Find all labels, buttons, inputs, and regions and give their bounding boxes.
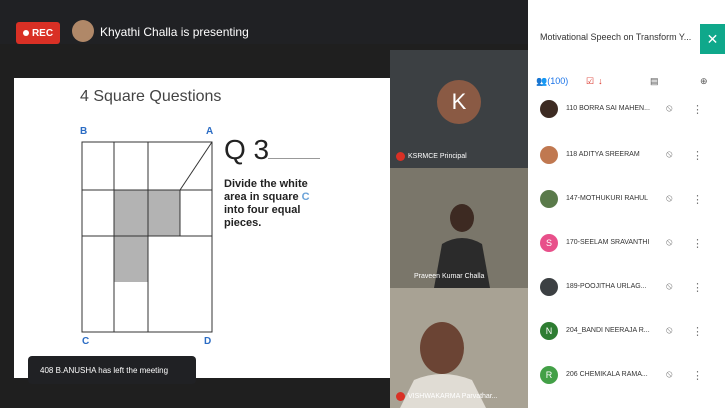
activities-icon: ⊕ [700, 76, 708, 86]
people-icon: 👥 [536, 76, 548, 86]
participant-tile-praveen[interactable]: Praveen Kumar Challa [390, 168, 528, 288]
avatar [540, 278, 558, 296]
grid-label-d: D [204, 336, 212, 347]
list-item[interactable]: 118 ADITYA SREERAM ⦸ ⋮ [528, 146, 725, 186]
mic-off-icon[interactable]: ⦸ [666, 369, 673, 380]
chat-icon: ▤ [650, 76, 659, 86]
participant-name: 110 BORRA SAI MAHEN... [566, 105, 650, 112]
mic-off-icon[interactable]: ⦸ [666, 281, 673, 292]
shaded-block-lower [114, 236, 148, 282]
participants-panel: Motivational Speech on Transform Y... ✕ … [528, 0, 725, 408]
participant-name: 206 CHEMIKALA RAMA... [566, 371, 648, 378]
video-feed [390, 288, 528, 408]
mic-off-icon [396, 392, 405, 401]
question-part-2: into four equal pieces. [224, 204, 301, 229]
participant-name: 170-SEELAM SRAVANTHI [566, 239, 650, 246]
video-person-head [450, 204, 474, 232]
recording-badge: REC [16, 22, 60, 44]
participant-name: 189-POOJITHA URLAG... [566, 283, 647, 290]
avatar: S [540, 234, 558, 252]
question-square-letter: C [301, 191, 310, 203]
avatar: N [540, 322, 558, 340]
grid-label-a: A [206, 126, 214, 137]
grid-label-b: B [80, 126, 88, 137]
left-meeting-toast: 408 B.ANUSHA has left the meeting [28, 356, 196, 384]
question-text: Divide the white area in square C into f… [224, 178, 332, 230]
list-item[interactable]: 189-POOJITHA URLAG... ⦸ ⋮ [528, 278, 725, 318]
presenter-avatar [72, 20, 94, 42]
mic-off-icon[interactable]: ⦸ [666, 103, 673, 114]
more-options-icon[interactable]: ⋮ [692, 103, 703, 116]
attendance-icon: ☑ [586, 76, 595, 86]
diagonal-line [179, 141, 213, 191]
grid-label-c: C [82, 336, 90, 347]
tile-name: VISHWAKARMA Parvathar... [408, 393, 498, 400]
more-options-icon[interactable]: ⋮ [692, 193, 703, 206]
avatar [540, 100, 558, 118]
more-options-icon[interactable]: ⋮ [692, 281, 703, 294]
question-underline [268, 158, 320, 159]
mic-off-icon[interactable]: ⦸ [666, 193, 673, 204]
people-count: (100) [547, 76, 569, 86]
tile-name: KSRMCE Principal [408, 153, 467, 160]
more-options-icon[interactable]: ⋮ [692, 325, 703, 338]
mic-off-icon [396, 152, 405, 161]
tile-name: Praveen Kumar Challa [414, 273, 485, 280]
tab-attendance[interactable]: ☑ ↓ [586, 76, 603, 87]
list-item[interactable]: N 204_BANDI NEERAJA R... ⦸ ⋮ [528, 322, 725, 362]
participant-tile-vishwakarma[interactable]: VISHWAKARMA Parvathar... [390, 288, 528, 408]
video-person-body [434, 238, 490, 288]
participant-tile-principal[interactable]: K KSRMCE Principal [390, 50, 528, 168]
video-person-head [420, 322, 464, 374]
list-item[interactable]: S 170-SEELAM SRAVANTHI ⦸ ⋮ [528, 234, 725, 274]
presenting-text: Khyathi Challa is presenting [100, 25, 249, 39]
participant-name: 204_BANDI NEERAJA R... [566, 327, 650, 334]
question-number: Q 3 [224, 134, 270, 165]
shaded-block-upper [114, 190, 180, 236]
mic-off-icon[interactable]: ⦸ [666, 325, 673, 336]
more-options-icon[interactable]: ⋮ [692, 369, 703, 382]
tab-people[interactable]: 👥(100) [536, 76, 568, 87]
rec-label: REC [31, 27, 54, 39]
avatar: K [437, 80, 481, 124]
participant-name: 147-MOTHUKURI RAHUL [566, 195, 649, 202]
record-dot-icon [22, 30, 29, 36]
close-icon: ✕ [706, 30, 719, 47]
question-part-1: Divide the white area in square [224, 178, 308, 203]
video-feed [390, 168, 528, 288]
tab-activities[interactable]: ⊕ [700, 76, 708, 87]
list-item[interactable]: R 206 CHEMIKALA RAMA... ⦸ ⋮ [528, 366, 725, 406]
list-item[interactable]: 147-MOTHUKURI RAHUL ⦸ ⋮ [528, 190, 725, 230]
avatar: R [540, 366, 558, 384]
mic-off-icon[interactable]: ⦸ [666, 149, 673, 160]
more-options-icon[interactable]: ⋮ [692, 237, 703, 250]
grid-diagram [81, 141, 213, 333]
avatar [540, 146, 558, 164]
shared-slide: 4 Square Questions B A C D Q 3 Divide th… [14, 78, 390, 378]
close-panel-button[interactable]: ✕ [700, 24, 725, 54]
mic-off-icon[interactable]: ⦸ [666, 237, 673, 248]
tab-chat[interactable]: ▤ [650, 76, 659, 87]
panel-title: Motivational Speech on Transform Y... [540, 32, 692, 42]
list-item[interactable]: 110 BORRA SAI MAHEN... ⦸ ⋮ [528, 100, 725, 140]
arrow-down-icon: ↓ [598, 76, 603, 86]
more-options-icon[interactable]: ⋮ [692, 149, 703, 162]
avatar [540, 190, 558, 208]
participant-name: 118 ADITYA SREERAM [566, 151, 640, 158]
